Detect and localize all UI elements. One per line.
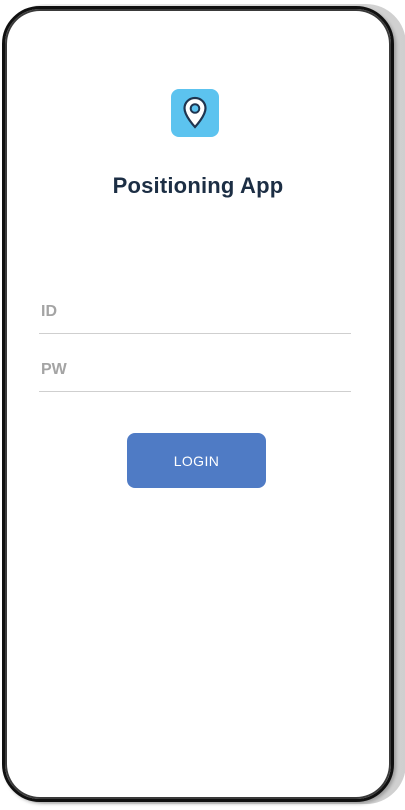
app-title: Positioning App [112, 173, 284, 198]
login-button[interactable]: LOGIN [127, 433, 266, 488]
login-screen: Positioning App LOGIN [11, 15, 385, 793]
id-field [39, 293, 351, 334]
device-frame: Positioning App LOGIN [2, 6, 394, 802]
location-pin-icon [183, 96, 207, 129]
app-logo [171, 89, 219, 137]
id-input[interactable] [39, 293, 351, 331]
pw-field [39, 351, 351, 392]
password-input[interactable] [39, 351, 351, 389]
